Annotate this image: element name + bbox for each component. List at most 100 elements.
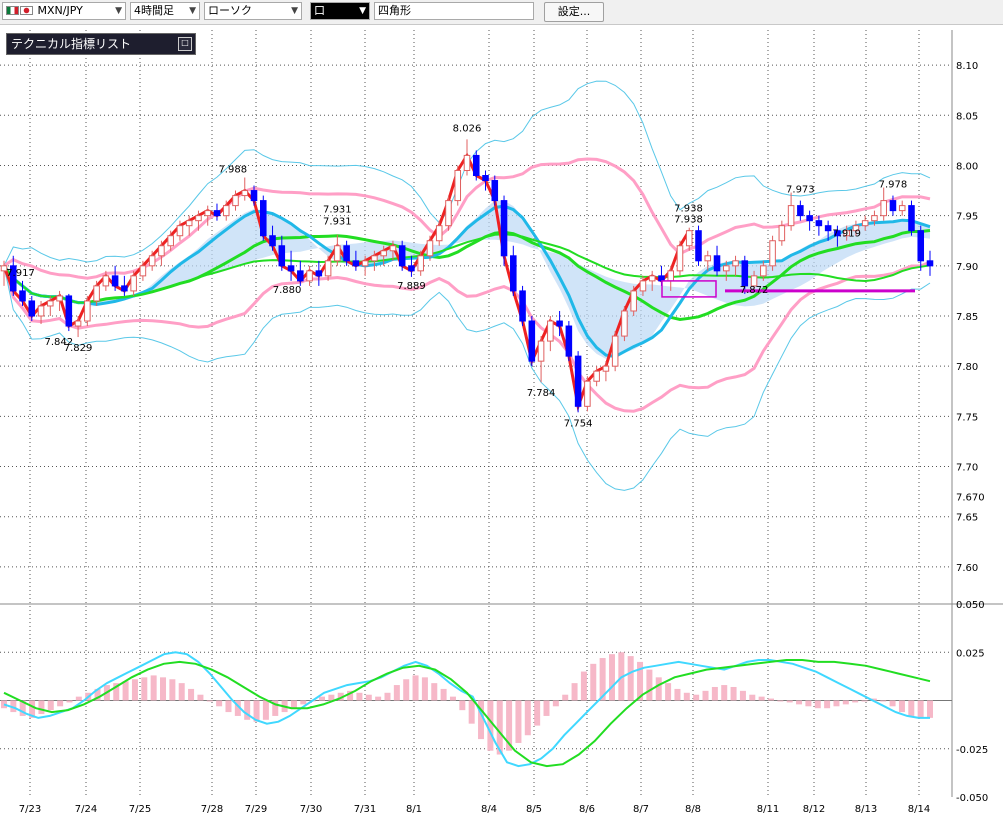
macd-histogram-bar [711, 686, 718, 701]
candle-body [658, 275, 665, 282]
price-tick-label: 7.85 [956, 312, 978, 323]
candle-body [787, 205, 795, 227]
price-annotation: 7.938 [674, 215, 703, 226]
macd-histogram-bar [861, 700, 868, 702]
macd-histogram-bar [852, 700, 859, 703]
candle-body [19, 290, 26, 302]
macd-histogram-bar [646, 669, 653, 701]
date-tick-label: 8/13 [855, 804, 877, 815]
grid [0, 30, 1003, 797]
macd-histogram-bar [75, 696, 82, 701]
macd-histogram-bar [608, 654, 615, 701]
macd-histogram-bar [122, 681, 129, 701]
macd-histogram-bar [403, 679, 410, 701]
candle-body [593, 370, 600, 382]
macd-histogram-bar [47, 700, 54, 711]
macd-histogram-bar [767, 698, 774, 701]
macd-histogram-bar [758, 696, 765, 701]
macd-histogram-bar [580, 671, 587, 701]
price-tick-label: 7.75 [956, 412, 978, 423]
candle-body [297, 270, 304, 282]
candle-body [250, 190, 258, 202]
candle-body [713, 255, 721, 272]
candle-body [482, 175, 489, 182]
candle-body [102, 275, 110, 287]
macd-histogram-bar [590, 663, 597, 701]
macd-histogram-bar [674, 688, 681, 701]
price-axis: 8.10 8.05 8.00 7.95 7.90 7.85 7.80 7.75 7.70 7.67… [956, 61, 988, 804]
price-tick-label: 7.70 [956, 463, 978, 474]
candle-body [28, 300, 36, 317]
candle-body [510, 255, 517, 292]
macd-histogram-bar [38, 700, 45, 715]
macd-histogram-bar [262, 700, 269, 720]
candle-body [908, 205, 915, 232]
candle-body [361, 260, 369, 267]
macd-histogram-bar [375, 696, 382, 701]
bollinger-band-line [3, 265, 931, 491]
candle-body [732, 260, 739, 267]
macd-histogram-bar [319, 696, 326, 701]
macd-histogram-bar [730, 686, 737, 701]
macd-histogram-bar [487, 700, 494, 751]
macd-histogram-bar [917, 700, 924, 718]
price-tick-label: 8.00 [956, 161, 978, 172]
maximize-icon[interactable]: □ [178, 37, 192, 51]
indicator-list-panel[interactable]: テクニカル指標リスト □ [6, 33, 196, 55]
price-annotation: 7.973 [786, 185, 815, 196]
macd-histogram-bar [543, 700, 550, 716]
candle-body [880, 200, 887, 217]
indicator-list-title: テクニカル指標リスト [11, 37, 132, 51]
candle-body [56, 295, 63, 302]
macd-histogram-bar [665, 683, 672, 701]
candle-body [630, 290, 637, 312]
candle-body [824, 225, 832, 232]
date-tick-label: 8/8 [685, 804, 701, 815]
chart-canvas[interactable]: 7.9177.8427.8297.9887.9317.9317.880 7.889… [0, 0, 1003, 819]
candle-body [65, 295, 73, 327]
macd-histogram-bar [468, 700, 475, 724]
candle-body [232, 195, 239, 207]
date-tick-label: 7/31 [354, 804, 376, 815]
candle-body [621, 310, 628, 337]
candle-body [611, 335, 619, 367]
price-annotation: 7.978 [879, 180, 908, 191]
macd-histogram-bar [57, 700, 64, 707]
macd-histogram-bar [739, 690, 746, 701]
macd-histogram-bar [141, 677, 148, 701]
candle-body [463, 154, 471, 171]
price-annotation: 7.872 [740, 285, 769, 296]
price-annotation: 7.829 [64, 343, 93, 354]
candle-body [426, 240, 434, 257]
candle-body [315, 270, 323, 277]
macd-histogram-bar [459, 700, 466, 711]
macd-histogram-bar [749, 694, 756, 701]
candle-body [602, 365, 610, 372]
candle-body [648, 275, 656, 282]
macd-histogram-bar [833, 700, 840, 707]
macd-histogram-bar [206, 700, 213, 702]
candle-body [324, 260, 332, 277]
macd-histogram-bar [627, 656, 634, 701]
macd-histogram-bar [702, 690, 709, 701]
date-tick-label: 7/25 [129, 804, 151, 815]
candle-body [167, 235, 174, 247]
candle-body [574, 355, 582, 407]
candle-body [565, 325, 573, 357]
candle-body [93, 285, 100, 302]
candle-body [139, 265, 147, 277]
candle-body [306, 270, 313, 282]
candle-body [241, 190, 249, 197]
candle-body [806, 215, 813, 222]
candle-body [343, 245, 350, 262]
macd-histogram-bar [655, 677, 662, 701]
price-tick-label: 7.80 [956, 362, 978, 373]
macd-histogram-bar [412, 675, 419, 701]
price-annotation: 7.988 [218, 165, 247, 176]
candle-body [454, 169, 462, 202]
macd-histogram-bar [552, 700, 559, 707]
candle-body [158, 245, 165, 257]
price-annotation: 7.880 [273, 285, 302, 296]
date-tick-label: 7/29 [245, 804, 267, 815]
candle-body [278, 245, 286, 267]
